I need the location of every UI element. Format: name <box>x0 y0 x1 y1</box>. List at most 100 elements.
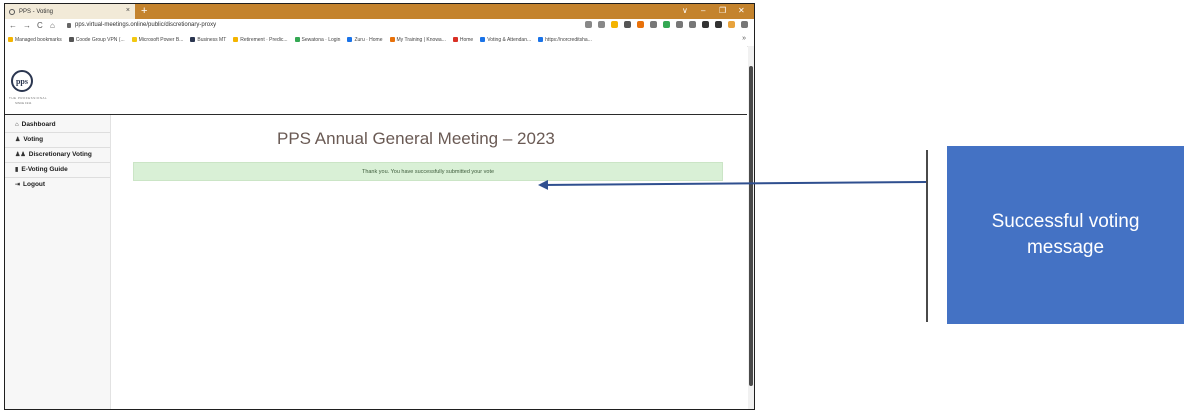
extension-icon[interactable] <box>585 21 592 28</box>
bookmark-label: Home <box>459 36 474 43</box>
bookmark-item[interactable]: Voting & Attendan... <box>480 37 531 43</box>
extension-icon[interactable] <box>715 21 722 28</box>
extension-toolbar <box>585 21 748 28</box>
bookmark-item[interactable]: Managed bookmarks <box>8 37 62 43</box>
user-icon: ♟ <box>15 137 21 143</box>
logout-icon: ⇥ <box>15 182 21 188</box>
extension-icon[interactable] <box>611 21 618 28</box>
maximize-button[interactable]: ❐ <box>719 6 726 15</box>
browser-titlebar: PPS - Voting × + ∨ – ❐ ✕ <box>5 4 754 19</box>
pps-logo[interactable]: pps <box>11 70 33 92</box>
bookmark-icon <box>294 37 300 42</box>
page-title: PPS Annual General Meeting – 2023 <box>277 129 555 148</box>
extension-icon[interactable] <box>650 21 657 28</box>
bookmark-label: Retirement · Predic... <box>240 36 288 43</box>
bookmark-item[interactable]: My Training | Knowa... <box>389 36 446 43</box>
globe-icon <box>9 8 15 15</box>
close-window-button[interactable]: ✕ <box>738 6 745 15</box>
bookmark-label: Microsoft Power B... <box>138 36 184 43</box>
bookmark-icon <box>190 37 196 42</box>
header-divider <box>5 114 747 115</box>
bookmark-item[interactable]: Zuru · Home <box>347 36 383 43</box>
callout-box: Successful voting message <box>947 146 1184 324</box>
success-alert-text: Thank you. You have successfully submitt… <box>361 168 495 175</box>
back-button[interactable]: ← <box>9 21 17 30</box>
extension-icon[interactable] <box>624 21 631 28</box>
users-icon: ♟♟ <box>15 152 26 158</box>
sidebar-item-label: Logout <box>23 181 46 188</box>
bookmark-icon <box>538 37 544 42</box>
sidebar-item-dashboard[interactable]: ⌂ Dashboard <box>15 121 56 128</box>
sidebar-item-label: Voting <box>23 136 44 143</box>
bookmark-icon <box>8 37 13 42</box>
sidebar-item-discretionary-voting[interactable]: ♟♟ Discretionary Voting <box>15 151 92 158</box>
sidebar-item-label: Discretionary Voting <box>28 151 92 158</box>
bookmark-icon <box>233 37 239 42</box>
book-icon: ▮ <box>15 167 19 173</box>
bookmark-label: https://norcreditsha... <box>545 36 592 43</box>
success-alert: Thank you. You have successfully submitt… <box>133 162 723 181</box>
logo-tagline: THE PROFESSIONAL <box>9 96 48 100</box>
sidebar-divider <box>5 162 110 163</box>
bookmark-label: My Training | Knowa... <box>396 36 446 43</box>
bookmark-item[interactable]: Retirement · Predic... <box>233 36 288 43</box>
browser-tab[interactable]: PPS - Voting × <box>5 4 135 19</box>
bookmark-label: Zuru · Home <box>354 36 383 43</box>
sidebar-item-label: E-Voting Guide <box>21 166 68 173</box>
bookmark-item[interactable]: Microsoft Power B... <box>131 36 184 43</box>
forward-button[interactable]: → <box>23 21 31 30</box>
extension-icon[interactable] <box>728 21 735 28</box>
sidebar-item-logout[interactable]: ⇥ Logout <box>15 181 45 188</box>
reload-button[interactable]: C <box>37 21 43 30</box>
logo-text: pps <box>15 76 28 86</box>
lock-icon[interactable] <box>67 23 71 28</box>
bookmarks-overflow-button[interactable]: » <box>742 35 746 42</box>
web-page: pps THE PROFESSIONAL SINCE 1911 ⌂ Dashbo… <box>5 46 747 409</box>
tab-search-button[interactable]: ∨ <box>682 6 688 15</box>
bookmark-item[interactable]: Business MT <box>190 37 226 43</box>
new-tab-button[interactable]: + <box>141 5 147 17</box>
sidebar-divider <box>5 177 110 178</box>
extension-icon[interactable] <box>702 21 709 28</box>
sidebar-divider <box>5 132 110 133</box>
bookmark-label: Coode Group VPN (... <box>75 36 125 43</box>
sidebar-item-e-voting-guide[interactable]: ▮ E-Voting Guide <box>15 166 68 173</box>
callout-bracket <box>926 150 928 322</box>
bookmark-icon <box>131 37 137 42</box>
extension-icon[interactable] <box>663 21 670 28</box>
bookmark-icon <box>68 37 74 42</box>
callout-text: Successful voting message <box>991 211 1140 258</box>
scrollbar-thumb[interactable] <box>749 66 753 386</box>
bookmark-item[interactable]: Home <box>452 36 474 43</box>
sidebar-item-label: Dashboard <box>21 121 56 128</box>
bookmark-label: Voting & Attendan... <box>487 36 532 43</box>
extension-icon[interactable] <box>741 21 748 28</box>
browser-window: PPS - Voting × + ∨ – ❐ ✕ ← → C ⌂ pps.vir… <box>4 3 755 410</box>
page-scrollbar[interactable] <box>748 46 754 409</box>
sidebar: ⌂ Dashboard ♟ Voting ♟♟ Discretionary Vo… <box>5 115 111 409</box>
bookmark-item[interactable]: https://norcreditsha... <box>538 37 592 43</box>
address-bar: ← → C ⌂ pps.virtual-meetings.online/publ… <box>5 19 754 33</box>
tab-title: PPS - Voting <box>19 8 54 15</box>
bookmark-icon <box>480 37 486 42</box>
bookmark-icon <box>347 37 353 42</box>
bookmark-icon <box>389 37 395 42</box>
bookmark-item[interactable]: Coode Group VPN (... <box>68 36 125 43</box>
url-field[interactable]: pps.virtual-meetings.online/public/discr… <box>75 22 216 28</box>
bookmark-icon <box>452 37 458 42</box>
logo-tagline-2: SINCE 1911 <box>15 101 32 105</box>
minimize-button[interactable]: – <box>701 6 705 15</box>
extension-icon[interactable] <box>637 21 644 28</box>
extension-icon[interactable] <box>689 21 696 28</box>
home-button[interactable]: ⌂ <box>50 21 55 30</box>
tab-close-button[interactable]: × <box>126 7 130 14</box>
bookmark-item[interactable]: Sewatona · Login <box>294 36 341 43</box>
sidebar-item-voting[interactable]: ♟ Voting <box>15 136 43 143</box>
bookmark-label: Business MT <box>197 36 227 43</box>
sidebar-divider <box>5 147 110 148</box>
bookmark-label: Managed bookmarks <box>15 36 62 43</box>
bookmark-label: Sewatona · Login <box>301 36 341 43</box>
extension-icon[interactable] <box>676 21 683 28</box>
home-icon: ⌂ <box>15 121 19 128</box>
extension-icon[interactable] <box>598 21 605 28</box>
